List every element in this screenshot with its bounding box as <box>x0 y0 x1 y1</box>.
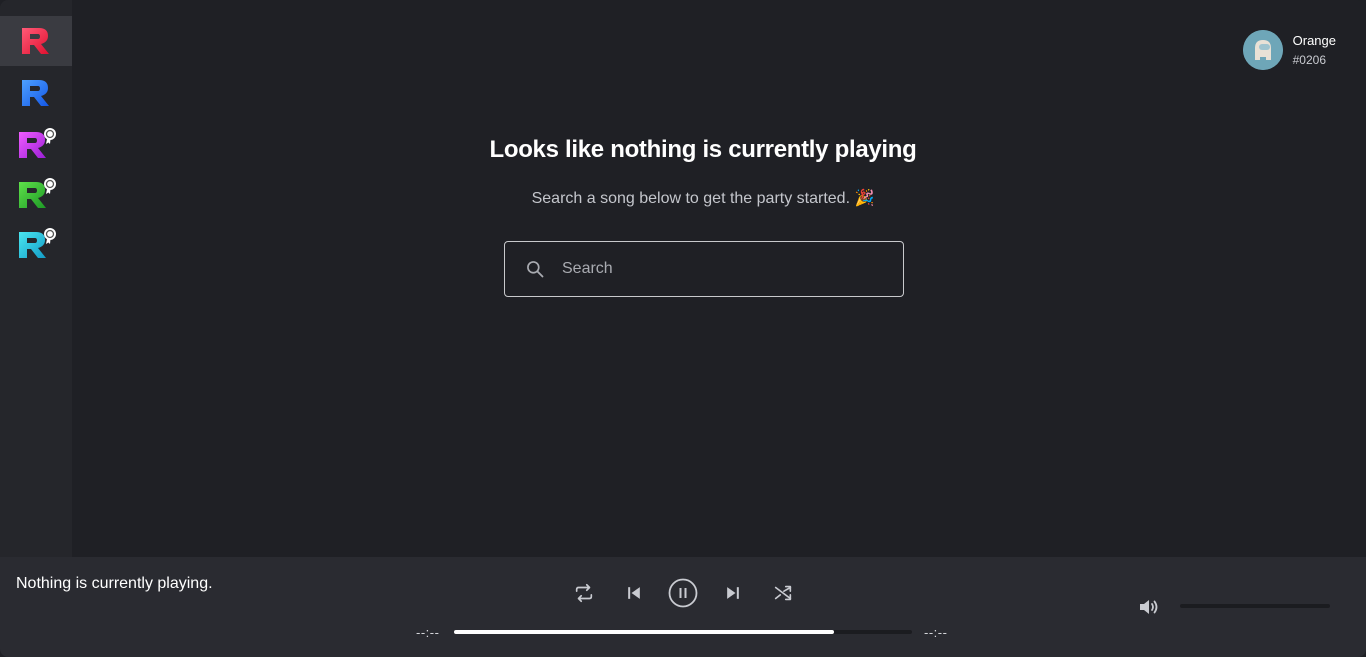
empty-state-subtitle: Search a song below to get the party sta… <box>531 190 875 207</box>
user-name: Orange <box>1292 33 1336 48</box>
app-window: Orange #0206 Looks like nothing is curre… <box>0 0 1366 657</box>
next-icon <box>727 587 739 599</box>
total-time: --:-- <box>924 625 948 640</box>
repeat-button[interactable] <box>568 577 600 609</box>
search-box[interactable] <box>504 241 904 297</box>
repeat-icon <box>575 583 593 603</box>
pause-icon <box>668 578 698 608</box>
avatar[interactable] <box>1242 30 1283 70</box>
sidebar <box>0 0 72 557</box>
bot-r-premium-logo-icon <box>19 178 56 208</box>
search-input[interactable] <box>560 259 884 279</box>
playback-controls <box>568 577 798 609</box>
next-button[interactable] <box>717 577 749 609</box>
shuffle-icon <box>774 585 792 601</box>
search-icon <box>527 261 544 278</box>
sidebar-bot-cyan[interactable] <box>0 218 72 268</box>
shuffle-button[interactable] <box>767 577 799 609</box>
user-profile[interactable]: Orange #0206 <box>1242 30 1336 70</box>
volume-slider[interactable] <box>1180 604 1330 608</box>
progress-bar[interactable] <box>454 630 912 634</box>
volume-icon[interactable] <box>1136 595 1160 619</box>
empty-state-title: Looks like nothing is currently playing <box>489 136 917 163</box>
sidebar-bot-purple[interactable] <box>0 118 72 168</box>
previous-button[interactable] <box>618 577 650 609</box>
player-bar: Nothing is currently playing. --:-- --:-… <box>0 557 1366 657</box>
sidebar-bot-red[interactable] <box>0 16 72 66</box>
sidebar-bot-blue[interactable] <box>0 68 72 118</box>
bot-r-premium-logo-icon <box>19 228 56 258</box>
progress-fill <box>454 630 835 634</box>
user-tag: #0206 <box>1292 53 1326 67</box>
crewmate-avatar-icon <box>1242 30 1283 70</box>
now-playing-text: Nothing is currently playing. <box>16 575 213 592</box>
bot-r-logo-icon <box>22 80 49 106</box>
bot-r-premium-logo-icon <box>19 128 56 158</box>
pause-button[interactable] <box>667 577 699 609</box>
elapsed-time: --:-- <box>416 625 440 640</box>
sidebar-bot-green[interactable] <box>0 168 72 218</box>
bot-r-logo-icon <box>22 28 49 54</box>
previous-icon <box>628 587 640 599</box>
main-content: Orange #0206 Looks like nothing is curre… <box>72 0 1366 557</box>
